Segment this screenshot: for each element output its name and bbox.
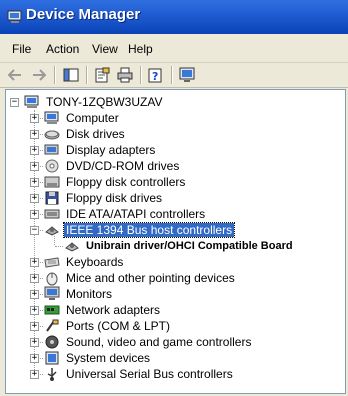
- expand-toggle[interactable]: +: [30, 129, 39, 139]
- show-hide-console-tree-icon[interactable]: [62, 66, 80, 84]
- ide-controller-icon: [44, 206, 60, 222]
- ieee1394-icon: [44, 222, 60, 238]
- tree-node-keyboards[interactable]: + Keyboards: [6, 254, 125, 270]
- device-manager-window: Device Manager File Action View Help ? −…: [0, 0, 348, 396]
- tree-node-label: IEEE 1394 Bus host controllers: [62, 222, 236, 238]
- expand-toggle[interactable]: +: [30, 209, 39, 219]
- tree-node-label: Network adapters: [66, 303, 161, 317]
- back-arrow-icon[interactable]: [6, 66, 24, 84]
- port-icon: [44, 318, 60, 334]
- menu-file[interactable]: File: [12, 42, 31, 56]
- mouse-icon: [44, 270, 60, 286]
- expand-toggle[interactable]: +: [30, 161, 39, 171]
- properties-icon[interactable]: [93, 66, 111, 84]
- expand-toggle[interactable]: +: [30, 369, 39, 379]
- tree-node-monitors[interactable]: + Monitors: [6, 286, 114, 302]
- toolbar-separator: [140, 66, 142, 84]
- tree-node-network-adapters[interactable]: + Network adapters: [6, 302, 162, 318]
- tree-node-label: IDE ATA/ATAPI controllers: [66, 207, 206, 221]
- tree-node-label: Mice and other pointing devices: [66, 271, 235, 285]
- monitor-icon: [44, 286, 60, 302]
- tree-node-mice-and-other-pointing-devices[interactable]: + Mice and other pointing devices: [6, 270, 237, 286]
- tree-node-system-devices[interactable]: + System devices: [6, 350, 152, 366]
- tree-root-label: TONY-1ZQBW3UZAV: [46, 95, 163, 109]
- keyboard-icon: [44, 254, 60, 270]
- cd-drive-icon: [44, 158, 60, 174]
- toolbar: ?: [0, 63, 348, 88]
- device-tree[interactable]: − TONY-1ZQBW3UZAV + Computer + Disk drives +…: [5, 89, 346, 394]
- computer-icon: [24, 94, 40, 110]
- collapse-toggle[interactable]: −: [10, 97, 19, 107]
- expand-toggle[interactable]: +: [30, 305, 39, 315]
- tree-node-label: Ports (COM & LPT): [66, 319, 171, 333]
- ieee1394-device-icon: [64, 238, 80, 254]
- toolbar-separator: [54, 66, 56, 84]
- expand-toggle[interactable]: +: [30, 273, 39, 283]
- toolbar-separator: [171, 66, 173, 84]
- tree-node-label: Keyboards: [66, 255, 124, 269]
- tree-node-label: Floppy disk drives: [66, 191, 163, 205]
- expand-toggle[interactable]: +: [30, 289, 39, 299]
- menu-action[interactable]: Action: [46, 42, 79, 56]
- device-manager-icon: [7, 9, 23, 23]
- menu-view[interactable]: View: [92, 42, 118, 56]
- toolbar-separator: [86, 66, 88, 84]
- tree-node-floppy-disk-drives[interactable]: + Floppy disk drives: [6, 190, 164, 206]
- tree-node-computer[interactable]: + Computer: [6, 110, 121, 126]
- expand-toggle[interactable]: +: [30, 177, 39, 187]
- expand-toggle[interactable]: +: [30, 145, 39, 155]
- tree-child-label: Unibrain driver/OHCI Compatible Board: [86, 240, 293, 252]
- tree-node-label: DVD/CD-ROM drives: [66, 159, 180, 173]
- expand-toggle[interactable]: +: [30, 257, 39, 267]
- tree-node-label: System devices: [66, 351, 151, 365]
- tree-node-label: Universal Serial Bus controllers: [66, 367, 233, 381]
- svg-text:?: ?: [152, 70, 158, 83]
- tree-node-label: Sound, video and game controllers: [66, 335, 252, 349]
- floppy-controller-icon: [44, 174, 60, 190]
- tree-node-dvd-cd-rom-drives[interactable]: + DVD/CD-ROM drives: [6, 158, 181, 174]
- usb-icon: [44, 366, 60, 382]
- tree-node-label: Display adapters: [66, 143, 156, 157]
- menu-bar: File Action View Help: [0, 34, 348, 63]
- network-adapter-icon: [44, 302, 60, 318]
- tree-node-label: Computer: [66, 111, 119, 125]
- menu-help[interactable]: Help: [128, 42, 153, 56]
- tree-node-label: Monitors: [66, 287, 113, 301]
- computer-icon: [44, 110, 60, 126]
- scan-hardware-icon[interactable]: [178, 66, 196, 84]
- collapse-toggle[interactable]: −: [30, 225, 39, 235]
- tree-node-universal-serial-bus-controllers[interactable]: + Universal Serial Bus controllers: [6, 366, 235, 382]
- tree-connector: [55, 246, 63, 247]
- expand-toggle[interactable]: +: [30, 337, 39, 347]
- expand-toggle[interactable]: +: [30, 113, 39, 123]
- tree-node-ports-com-lpt[interactable]: + Ports (COM & LPT): [6, 318, 172, 334]
- expand-toggle[interactable]: +: [30, 353, 39, 363]
- forward-arrow-icon[interactable]: [30, 66, 48, 84]
- help-icon[interactable]: ?: [147, 66, 165, 84]
- system-devices-icon: [44, 350, 60, 366]
- sound-icon: [44, 334, 60, 350]
- tree-node-sound-video-and-game-controllers[interactable]: + Sound, video and game controllers: [6, 334, 253, 350]
- title-bar[interactable]: Device Manager: [0, 0, 348, 34]
- disk-drive-icon: [44, 126, 60, 142]
- tree-node-floppy-disk-controllers[interactable]: + Floppy disk controllers: [6, 174, 187, 190]
- tree-node-label: Floppy disk controllers: [66, 175, 186, 189]
- print-icon[interactable]: [116, 66, 134, 84]
- tree-child-device[interactable]: Unibrain driver/OHCI Compatible Board: [64, 238, 295, 254]
- tree-node-display-adapters[interactable]: + Display adapters: [6, 142, 157, 158]
- floppy-drive-icon: [44, 190, 60, 206]
- expand-toggle[interactable]: +: [30, 321, 39, 331]
- display-adapter-icon: [44, 142, 60, 158]
- window-title: Device Manager: [26, 6, 141, 23]
- tree-node-disk-drives[interactable]: + Disk drives: [6, 126, 127, 142]
- tree-node-label: Disk drives: [66, 127, 125, 141]
- tree-node-ide-ata-atapi-controllers[interactable]: + IDE ATA/ATAPI controllers: [6, 206, 207, 222]
- expand-toggle[interactable]: +: [30, 193, 39, 203]
- tree-node-ieee-1394-bus-host-controllers[interactable]: − IEEE 1394 Bus host controllers: [6, 222, 236, 238]
- tree-root[interactable]: − TONY-1ZQBW3UZAV: [6, 94, 164, 110]
